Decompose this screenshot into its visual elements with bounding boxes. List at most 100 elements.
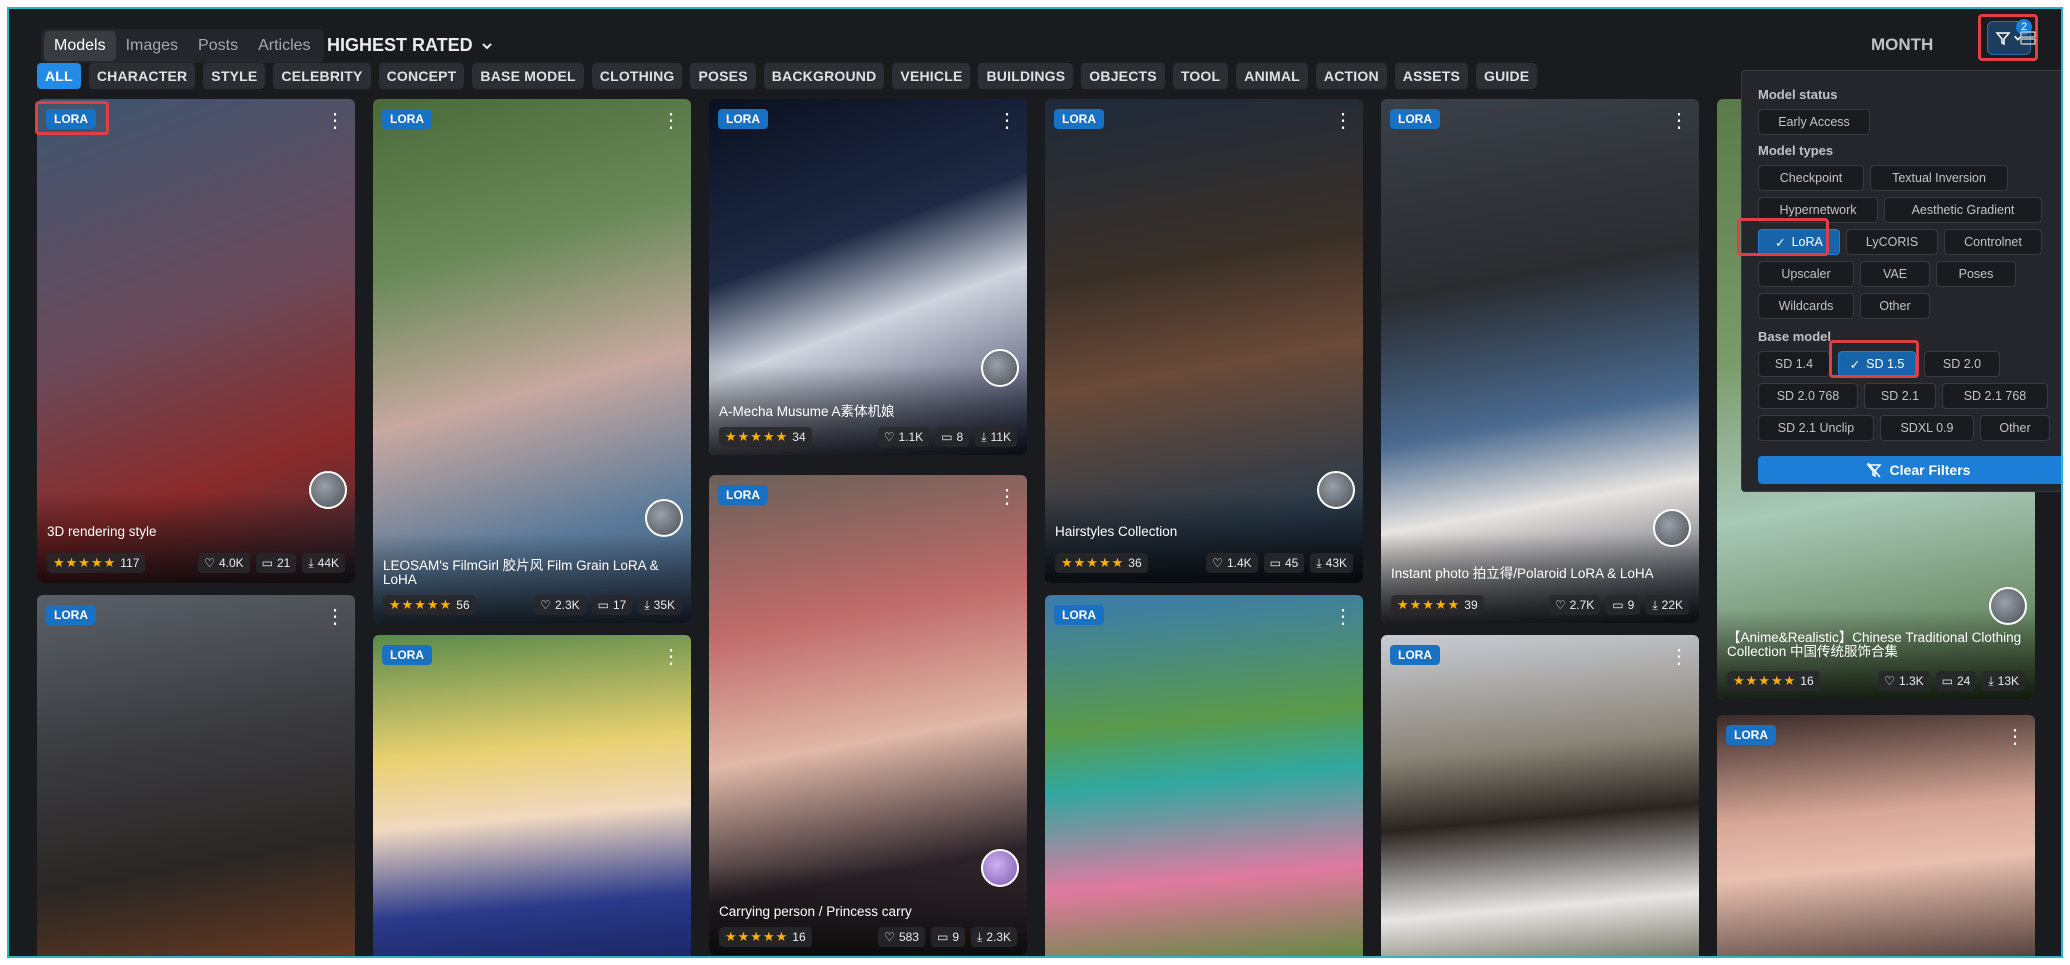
chip-sdxl-0-9[interactable]: SDXL 0.9 bbox=[1880, 415, 1974, 441]
more-options-icon[interactable]: ⋮ bbox=[1333, 607, 1353, 627]
creator-avatar[interactable] bbox=[1317, 471, 1355, 509]
more-options-icon[interactable]: ⋮ bbox=[997, 111, 1017, 131]
more-options-icon[interactable]: ⋮ bbox=[997, 487, 1017, 507]
chip-checkpoint[interactable]: Checkpoint bbox=[1758, 165, 1864, 191]
filter-icon bbox=[1995, 32, 2011, 46]
model-card[interactable]: LORA ⋮ bbox=[373, 635, 691, 956]
model-card[interactable]: LORA ⋮ Carrying person / Princess carry … bbox=[709, 475, 1027, 955]
model-card[interactable]: LORA ⋮ bbox=[1045, 595, 1363, 956]
tag-tool[interactable]: TOOL bbox=[1172, 63, 1229, 89]
sort-dropdown[interactable]: HIGHEST RATED bbox=[327, 35, 493, 56]
tag-style[interactable]: STYLE bbox=[203, 63, 266, 89]
comments-pill: ▭ 8 bbox=[935, 427, 970, 447]
chip-sd-2-0-768[interactable]: SD 2.0 768 bbox=[1758, 383, 1858, 409]
tag-clothing[interactable]: CLOTHING bbox=[591, 63, 683, 89]
chip-other-base[interactable]: Other bbox=[1980, 415, 2050, 441]
creator-avatar[interactable] bbox=[645, 499, 683, 537]
comment-icon: ▭ bbox=[1612, 598, 1624, 612]
chip-wildcards[interactable]: Wildcards bbox=[1758, 293, 1854, 319]
model-card[interactable]: LORA ⋮ LEOSAM's FilmGirl 胶片风 Film Grain … bbox=[373, 99, 691, 623]
clear-filters-button[interactable]: Clear Filters bbox=[1758, 456, 2061, 484]
layout-toggle-icon[interactable] bbox=[2019, 29, 2037, 52]
creator-avatar[interactable] bbox=[981, 849, 1019, 887]
model-card[interactable]: LORA ⋮ bbox=[1717, 715, 2035, 956]
tag-action[interactable]: ACTION bbox=[1315, 63, 1387, 89]
check-icon: ✓ bbox=[1849, 357, 1861, 372]
tag-concept[interactable]: CONCEPT bbox=[378, 63, 465, 89]
tag-assets[interactable]: ASSETS bbox=[1394, 63, 1468, 89]
heart-icon: ♡ bbox=[1212, 556, 1223, 570]
lora-badge: LORA bbox=[1054, 605, 1104, 625]
more-options-icon[interactable]: ⋮ bbox=[1669, 111, 1689, 131]
model-status-label: Model status bbox=[1758, 87, 1838, 102]
chip-upscaler[interactable]: Upscaler bbox=[1758, 261, 1854, 287]
tab-models[interactable]: Models bbox=[44, 31, 116, 61]
more-options-icon[interactable]: ⋮ bbox=[1333, 111, 1353, 131]
tag-celebrity[interactable]: CELEBRITY bbox=[273, 63, 371, 89]
chip-poses[interactable]: Poses bbox=[1936, 261, 2016, 287]
more-options-icon[interactable]: ⋮ bbox=[325, 111, 345, 131]
tag-poses[interactable]: POSES bbox=[690, 63, 756, 89]
chip-sd-2-0[interactable]: SD 2.0 bbox=[1924, 351, 2000, 377]
model-card[interactable]: LORA ⋮ Instant photo 拍立得/Polaroid LoRA &… bbox=[1381, 99, 1699, 623]
tab-images[interactable]: Images bbox=[116, 31, 188, 61]
creator-avatar[interactable] bbox=[981, 349, 1019, 387]
chip-sd-2-1-768[interactable]: SD 2.1 768 bbox=[1942, 383, 2048, 409]
chip-aesthetic-gradient[interactable]: Aesthetic Gradient bbox=[1884, 197, 2042, 223]
card-stats: ★★★★★ 16 ♡ 1.3K ▭ 24 ⤓ 13K bbox=[1727, 671, 2025, 691]
comment-icon: ▭ bbox=[597, 598, 609, 612]
heart-icon: ♡ bbox=[540, 598, 551, 612]
tag-base-model[interactable]: BASE MODEL bbox=[472, 63, 584, 89]
chip-sd-2-1[interactable]: SD 2.1 bbox=[1864, 383, 1936, 409]
rating-pill: ★★★★★ 36 bbox=[1055, 553, 1148, 573]
chip-other-type[interactable]: Other bbox=[1860, 293, 1930, 319]
chip-early-access[interactable]: Early Access bbox=[1758, 109, 1870, 135]
more-options-icon[interactable]: ⋮ bbox=[325, 607, 345, 627]
tag-vehicle[interactable]: VEHICLE bbox=[892, 63, 971, 89]
creator-avatar[interactable] bbox=[309, 471, 347, 509]
tag-objects[interactable]: OBJECTS bbox=[1081, 63, 1165, 89]
chip-sd-2-1-unclip[interactable]: SD 2.1 Unclip bbox=[1758, 415, 1874, 441]
heart-icon: ♡ bbox=[1884, 674, 1895, 688]
tag-buildings[interactable]: BUILDINGS bbox=[978, 63, 1074, 89]
tag-background[interactable]: BACKGROUND bbox=[763, 63, 885, 89]
comment-icon: ▭ bbox=[1269, 556, 1281, 570]
tag-all[interactable]: ALL bbox=[37, 63, 81, 89]
more-options-icon[interactable]: ⋮ bbox=[661, 647, 681, 667]
more-options-icon[interactable]: ⋮ bbox=[661, 111, 681, 131]
model-card[interactable]: LORA ⋮ bbox=[37, 595, 355, 956]
creator-avatar[interactable] bbox=[1989, 587, 2027, 625]
card-title: A-Mecha Musume A素体机娘 bbox=[719, 404, 895, 419]
chip-hypernetwork[interactable]: Hypernetwork bbox=[1758, 197, 1878, 223]
chip-sd-1-4[interactable]: SD 1.4 bbox=[1758, 351, 1830, 377]
chip-controlnet[interactable]: Controlnet bbox=[1944, 229, 2042, 255]
model-card[interactable]: LORA ⋮ bbox=[1381, 635, 1699, 956]
more-options-icon[interactable]: ⋮ bbox=[2005, 727, 2025, 747]
chip-lycoris[interactable]: LyCORIS bbox=[1846, 229, 1938, 255]
lora-badge: LORA bbox=[718, 485, 768, 505]
star-rating-icon: ★★★★★ bbox=[1061, 555, 1125, 570]
chip-vae[interactable]: VAE bbox=[1860, 261, 1930, 287]
tab-articles[interactable]: Articles bbox=[248, 31, 320, 61]
tab-posts[interactable]: Posts bbox=[188, 31, 248, 61]
period-dropdown[interactable]: MONTH bbox=[1871, 35, 1933, 55]
tag-character[interactable]: CHARACTER bbox=[88, 63, 196, 89]
lora-badge: LORA bbox=[46, 109, 96, 129]
card-stats: ★★★★★ 16 ♡ 583 ▭ 9 ⤓ 2.3K bbox=[719, 927, 1017, 947]
likes-pill: ♡ 1.1K bbox=[877, 427, 930, 447]
chip-sd-1-5[interactable]: ✓ SD 1.5 bbox=[1838, 351, 1916, 377]
chip-lora[interactable]: ✓ LoRA bbox=[1758, 229, 1840, 255]
model-card[interactable]: LORA ⋮ Hairstyles Collection ★★★★★ 36 ♡ 1.… bbox=[1045, 99, 1363, 583]
tag-animal[interactable]: ANIMAL bbox=[1236, 63, 1308, 89]
tag-guide[interactable]: GUIDE bbox=[1476, 63, 1538, 89]
downloads-pill: ⤓ 2.3K bbox=[971, 927, 1017, 947]
model-card[interactable]: LORA ⋮ A-Mecha Musume A素体机娘 ★★★★★ 34 ♡ 1.1… bbox=[709, 99, 1027, 455]
star-rating-icon: ★★★★★ bbox=[1733, 673, 1797, 688]
lora-badge: LORA bbox=[1390, 645, 1440, 665]
model-card[interactable]: LORA ⋮ 3D rendering style ★★★★★ 117 ♡ 4.0K… bbox=[37, 99, 355, 583]
base-model-label: Base model bbox=[1758, 329, 1831, 344]
chip-textual-inversion[interactable]: Textual Inversion bbox=[1870, 165, 2008, 191]
lora-badge: LORA bbox=[46, 605, 96, 625]
more-options-icon[interactable]: ⋮ bbox=[1669, 647, 1689, 667]
creator-avatar[interactable] bbox=[1653, 509, 1691, 547]
